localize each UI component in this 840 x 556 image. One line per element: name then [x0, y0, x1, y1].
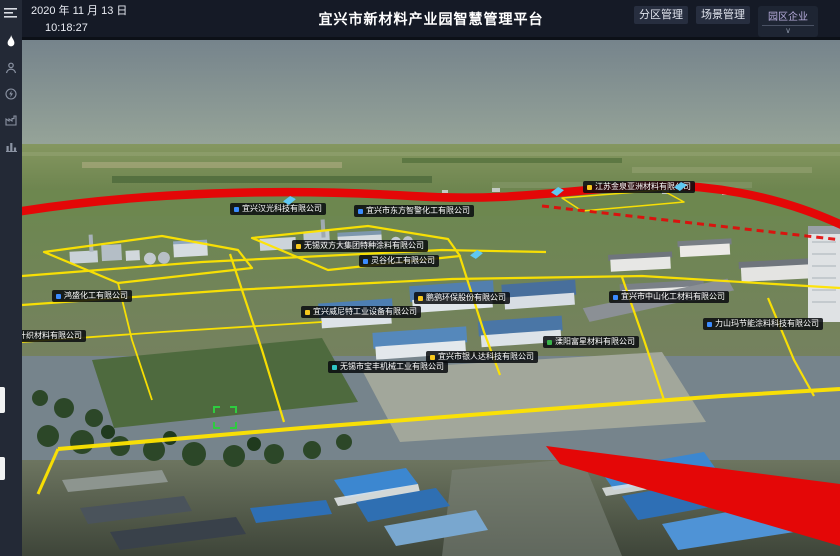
- main-area: 2020 年 11 月 13 日 10:18:27 宜兴市新材料产业园智慧管理平…: [22, 0, 840, 556]
- company-label[interactable]: 力山玛节能涂料科技有限公司: [703, 318, 823, 330]
- map-view[interactable]: 宜兴汉光科技有限公司宜兴市东方智警化工有限公司江苏金泉亚洲材料有限公司无锡双方大…: [22, 40, 840, 556]
- clipped-panel: [0, 387, 5, 413]
- sidebar: [0, 0, 22, 556]
- company-label[interactable]: 无锡市宝丰机械工业有限公司: [328, 361, 448, 373]
- company-icon: [296, 244, 301, 249]
- menu-icon: [4, 7, 18, 19]
- company-label-text: 无锡双方大集团特种涂料有限公司: [304, 242, 424, 250]
- company-label[interactable]: 宜兴汉光科技有限公司: [230, 203, 326, 215]
- company-icon: [358, 209, 363, 214]
- company-label-text: 宜兴市东方智警化工有限公司: [366, 207, 470, 215]
- company-label[interactable]: 纺织针织材料有限公司: [22, 330, 86, 342]
- company-label-text: 宜兴汉光科技有限公司: [242, 205, 322, 213]
- company-icon: [332, 365, 337, 370]
- chevron-down-icon: ∨: [762, 26, 814, 36]
- company-label-text: 无锡市宝丰机械工业有限公司: [340, 363, 444, 371]
- person-icon: [5, 62, 17, 74]
- sidebar-item-factory[interactable]: [0, 107, 22, 133]
- sidebar-item-statistics[interactable]: [0, 133, 22, 159]
- company-label[interactable]: 无锡双方大集团特种涂料有限公司: [292, 240, 428, 252]
- company-icon: [547, 340, 552, 345]
- company-icon: [587, 185, 592, 190]
- company-label-text: 力山玛节能涂料科技有限公司: [715, 320, 819, 328]
- topbar-actions: 分区管理 场景管理 园区企业 ∨: [634, 6, 818, 37]
- company-label-text: 宜兴威尼特工业设备有限公司: [313, 308, 417, 316]
- company-label-text: 纺织针织材料有限公司: [22, 332, 82, 340]
- company-icon: [56, 294, 61, 299]
- company-icon: [707, 322, 712, 327]
- company-icon: [430, 355, 435, 360]
- company-label[interactable]: 鸿盛化工有限公司: [52, 290, 132, 302]
- company-label-text: 溧阳富星材料有限公司: [555, 338, 635, 346]
- company-icon: [234, 207, 239, 212]
- blue-marker[interactable]: [470, 250, 483, 259]
- scene-manage-button[interactable]: 场景管理: [696, 6, 750, 24]
- power-icon: [5, 88, 17, 100]
- sidebar-item-menu[interactable]: [0, 3, 22, 23]
- factory-icon: [5, 114, 18, 126]
- company-label[interactable]: 灵谷化工有限公司: [359, 255, 439, 267]
- dropdown-label: 园区企业: [762, 8, 814, 26]
- sidebar-item-fire[interactable]: [0, 29, 22, 55]
- park-enterprise-dropdown[interactable]: 园区企业 ∨: [758, 6, 818, 37]
- clipped-panel: [0, 457, 5, 480]
- company-icon: [418, 296, 423, 301]
- map-label-layer: 宜兴汉光科技有限公司宜兴市东方智警化工有限公司江苏金泉亚洲材料有限公司无锡双方大…: [22, 40, 840, 556]
- company-icon: [363, 259, 368, 264]
- company-label-text: 鸿盛化工有限公司: [64, 292, 128, 300]
- company-label[interactable]: 宜兴市东方智警化工有限公司: [354, 205, 474, 217]
- sidebar-item-power[interactable]: [0, 81, 22, 107]
- bar-chart-icon: [5, 140, 18, 152]
- blue-marker[interactable]: [551, 187, 564, 196]
- topbar: 2020 年 11 月 13 日 10:18:27 宜兴市新材料产业园智慧管理平…: [22, 0, 840, 40]
- company-label-text: 鹏鹞环保股份有限公司: [426, 294, 506, 302]
- company-icon: [613, 295, 618, 300]
- company-label-text: 灵谷化工有限公司: [371, 257, 435, 265]
- sidebar-item-person[interactable]: [0, 55, 22, 81]
- company-label[interactable]: 宜兴市中山化工材料有限公司: [609, 291, 729, 303]
- app: 2020 年 11 月 13 日 10:18:27 宜兴市新材料产业园智慧管理平…: [0, 0, 840, 556]
- company-label-text: 宜兴市中山化工材料有限公司: [621, 293, 725, 301]
- fire-icon: [5, 35, 17, 49]
- company-icon: [305, 310, 310, 315]
- company-label[interactable]: 宜兴威尼特工业设备有限公司: [301, 306, 421, 318]
- zone-manage-button[interactable]: 分区管理: [634, 6, 688, 24]
- company-label-text: 宜兴市银人达科技有限公司: [438, 353, 534, 361]
- company-label[interactable]: 溧阳富星材料有限公司: [543, 336, 639, 348]
- company-label[interactable]: 鹏鹞环保股份有限公司: [414, 292, 510, 304]
